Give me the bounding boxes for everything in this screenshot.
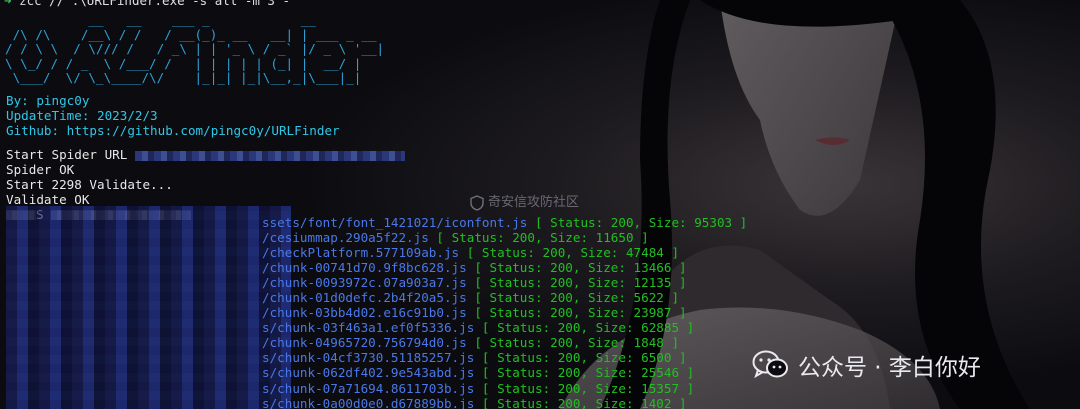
github-line: Github: https://github.com/pingc0y/URLFi… (6, 123, 340, 138)
result-url[interactable]: s/chunk-0a00d0e0.d67889bb.js (262, 396, 474, 409)
watermark-text: 奇安信攻防社区 (488, 195, 580, 210)
result-url[interactable]: s/chunk-04cf3730.51185257.js (262, 350, 474, 365)
result-status: [ Status: 200, Size: 11650 ] (436, 230, 649, 246)
redacted-url (134, 150, 405, 161)
spider-ok-line: Spider OK (6, 161, 75, 177)
result-url[interactable]: s/chunk-03f463a1.ef0f5336.js (262, 320, 474, 335)
banner-line: / / \ \ / \/// / / _\ | | '_ \ / _` |/ _… (5, 41, 385, 57)
result-row: s/chunk-04cf3730.51185257.js [ Status: 2… (262, 350, 747, 365)
author-line: By: pingc0y (6, 93, 90, 108)
result-status: [ Status: 200, Size: 62885 ] (481, 320, 695, 336)
result-row: s/chunk-03f463a1.ef0f5336.js [ Status: 2… (262, 320, 747, 335)
result-url[interactable]: /cesiummap.290a5f22.js (262, 230, 429, 245)
wechat-icon (752, 350, 788, 379)
prompt-dir: zcc (19, 0, 42, 8)
result-url[interactable]: ssets/font/font_1421021/iconfont.js (262, 215, 527, 230)
result-url[interactable]: s/chunk-062df402.9e543abd.js (262, 365, 474, 380)
banner-line: __ __ ___ _ __ (5, 12, 316, 27)
result-status: [ Status: 200, Size: 15357 ] (481, 380, 695, 396)
result-url[interactable]: /chunk-04965720.756794d0.js (262, 335, 467, 350)
result-status: [ Status: 200, Size: 5622 ] (474, 290, 680, 306)
result-url[interactable]: /chunk-0093972c.07a903a7.js (262, 275, 467, 290)
result-row: s/chunk-0a00d0e0.d67889bb.js [ Status: 2… (262, 396, 747, 409)
start-spider-text: Start Spider URL (6, 147, 128, 162)
watermark: 奇安信攻防社区 (470, 191, 579, 211)
result-row: /chunk-04965720.756794d0.js [ Status: 20… (262, 335, 747, 350)
info-block: By: pingc0y UpdateTime: 2023/2/3 Github: h… (6, 93, 340, 138)
result-url[interactable]: s/chunk-07a71694.8611703b.js (262, 381, 474, 396)
result-row: s/chunk-062df402.9e543abd.js [ Status: 2… (262, 365, 747, 380)
results-list: ssets/font/font_1421021/iconfont.js [ St… (262, 215, 747, 409)
result-row: /chunk-01d0defc.2b4f20a5.js [ Status: 20… (262, 290, 747, 305)
result-status: [ Status: 200, Size: 1848 ] (474, 335, 680, 351)
result-row: /checkPlatform.577109ab.js [ Status: 200… (262, 245, 747, 260)
banner-line: /\ /\ /__\ / / / __(_)_ __ __| | ___ _ _… (5, 26, 377, 42)
result-row: /chunk-0093972c.07a903a7.js [ Status: 20… (262, 275, 747, 290)
result-url[interactable]: /chunk-03bb4d02.e16c91b0.js (262, 305, 467, 320)
shield-icon (470, 194, 484, 211)
wechat-account: 公众号 · 李白你好 (752, 345, 981, 385)
result-row: /chunk-03bb4d02.e16c91b0.js [ Status: 20… (262, 305, 747, 320)
result-row: /cesiummap.290a5f22.js [ Status: 200, Si… (262, 230, 747, 245)
prompt-arrow-icon: ➜ (4, 0, 12, 8)
ascii-banner: __ __ ___ _ __ /\ /\ /__\ / / / __(_)_ _… (5, 12, 385, 86)
redacted-mosaic (6, 206, 291, 409)
result-row: s/chunk-07a71694.8611703b.js [ Status: 2… (262, 381, 747, 396)
result-status: [ Status: 200, Size: 12135 ] (474, 275, 687, 291)
result-status: [ Status: 200, Size: 13466 ] (474, 260, 687, 276)
result-row: /chunk-00741d70.9f8bc628.js [ Status: 20… (262, 260, 747, 275)
banner-line: \ \_/ / / _ \ /___/ / | | | | | (_| | __… (5, 55, 362, 71)
command-prompt: ➜ zcc // .\URLFinder.exe -s all -m 3 - (4, 0, 290, 8)
result-status: [ Status: 200, Size: 1402 ] (481, 395, 687, 409)
banner-line: \___/ \/ \_\____/\/ |_|_| |_|\__,_|\___|… (5, 70, 362, 86)
result-status: [ Status: 200, Size: 47484 ] (466, 245, 680, 261)
result-row: ssets/font/font_1421021/iconfont.js [ St… (262, 215, 747, 230)
result-status: [ Status: 200, Size: 23987 ] (474, 305, 687, 321)
result-url[interactable]: /chunk-01d0defc.2b4f20a5.js (262, 290, 467, 305)
result-status: [ Status: 200, Size: 6500 ] (481, 350, 687, 366)
result-url[interactable]: /chunk-00741d70.9f8bc628.js (262, 260, 467, 275)
result-status: [ Status: 200, Size: 95303 ] (534, 215, 748, 230)
wechat-label: 公众号 · 李白你好 (798, 355, 981, 381)
start-validate-line: Start 2298 Validate... (6, 176, 173, 192)
update-line: UpdateTime: 2023/2/3 (6, 108, 158, 123)
result-url[interactable]: /checkPlatform.577109ab.js (262, 245, 459, 260)
command-text: // .\URLFinder.exe -s all -m 3 - (49, 0, 290, 8)
start-spider-line: Start Spider URL (6, 147, 405, 163)
result-status: [ Status: 200, Size: 25546 ] (481, 365, 695, 381)
